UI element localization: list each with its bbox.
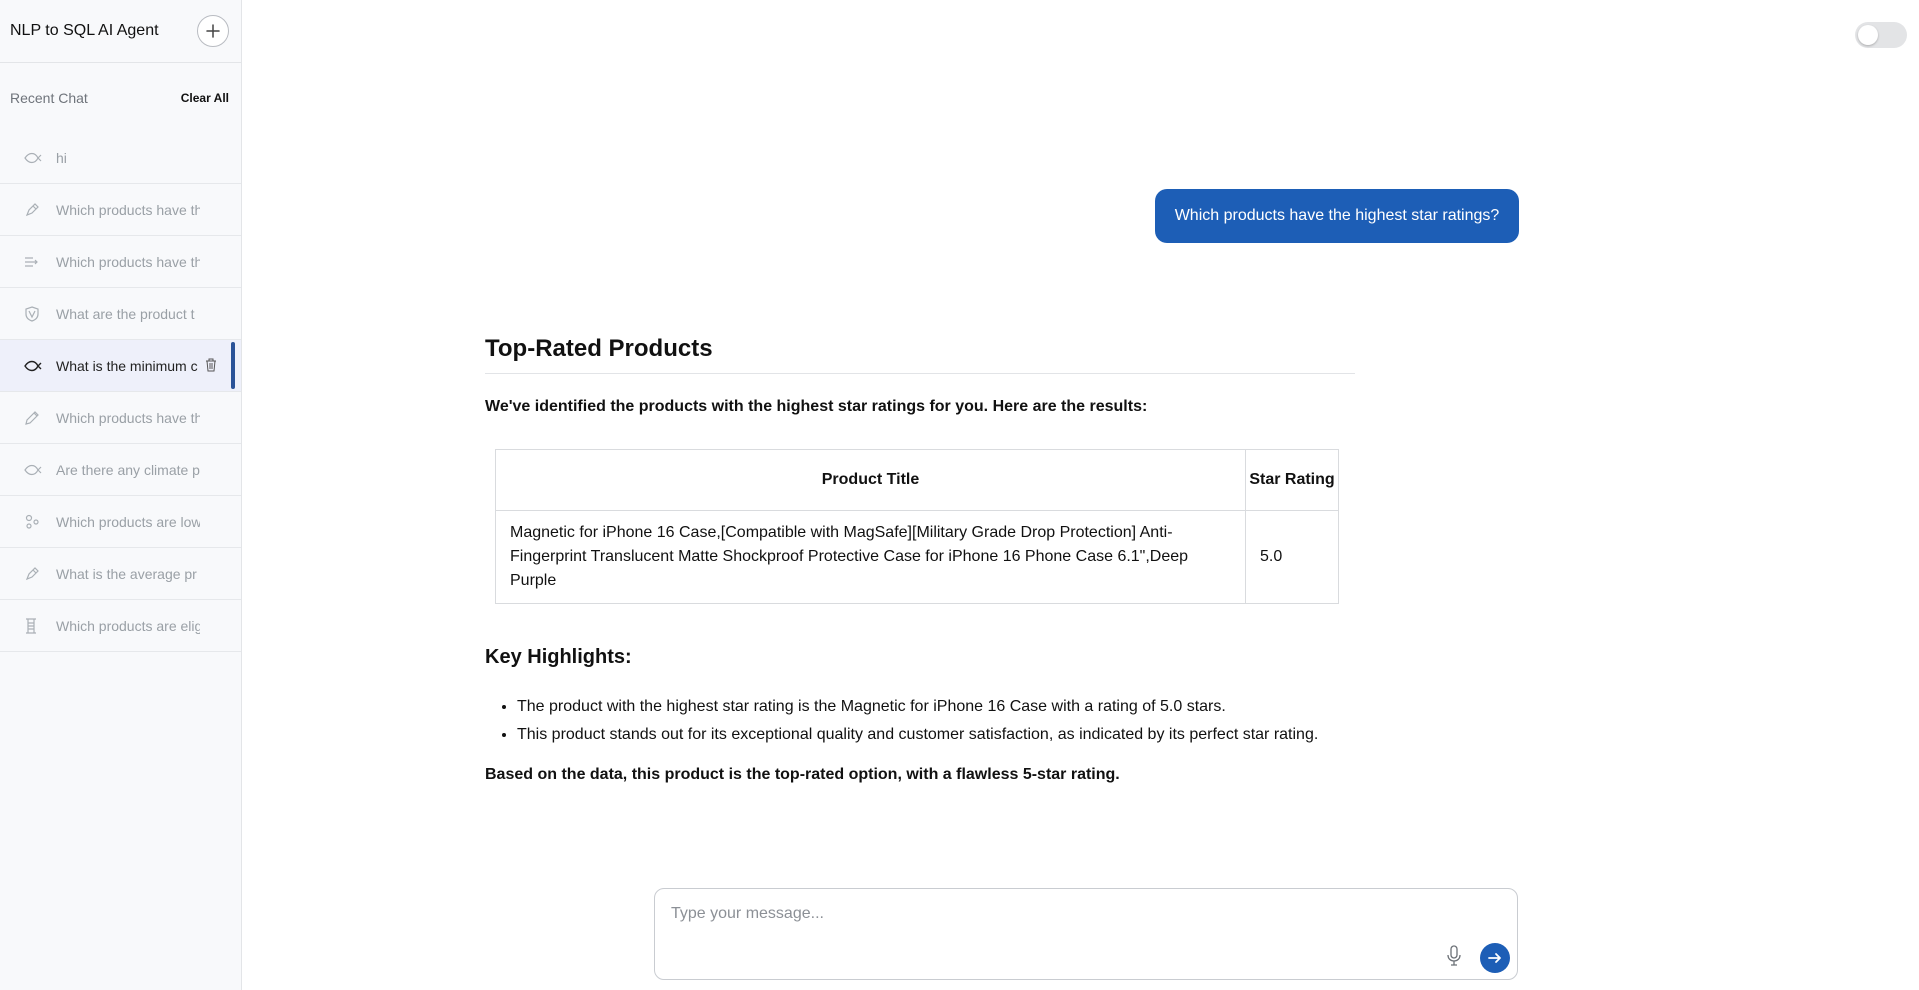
chat-item-label: Which products have th (56, 409, 200, 426)
chat-item-label: What is the average pr (56, 565, 197, 582)
chat-history-list: hi Which products have th Which products… (0, 132, 241, 652)
response-intro: We've identified the products with the h… (485, 398, 1148, 415)
response-title: Top-Rated Products (485, 335, 1355, 374)
new-chat-button[interactable] (197, 15, 229, 47)
chat-item-label: What is the minimum c (56, 357, 198, 374)
recent-chat-label: Recent Chat (10, 90, 88, 106)
list-item: This product stands out for its exceptio… (517, 721, 1355, 749)
fish-icon (24, 150, 46, 166)
chat-item-label: Which products have th (56, 253, 200, 270)
pen-icon (24, 566, 46, 582)
chat-item-label: Which products are elig (56, 617, 200, 634)
response-conclusion: Based on the data, this product is the t… (485, 766, 1120, 783)
fish-icon (24, 358, 46, 374)
shield-icon (24, 305, 46, 322)
lines-arrow-icon (24, 254, 46, 270)
column-header: Product Title (495, 449, 1246, 511)
message-input[interactable] (671, 905, 1431, 945)
fish-icon (24, 462, 46, 478)
chat-history-item[interactable]: Are there any climate p (0, 444, 241, 496)
app-title: NLP to SQL AI Agent (10, 22, 159, 39)
molecule-icon (24, 514, 46, 530)
chat-history-item[interactable]: Which products have th (0, 184, 241, 236)
chat-history-item[interactable]: Which products are low (0, 496, 241, 548)
arrow-right-icon (1488, 953, 1501, 963)
list-item: The product with the highest star rating… (517, 693, 1355, 721)
chat-item-label: hi (56, 149, 67, 166)
table-header-row: Product Title Star Rating (495, 449, 1339, 511)
results-table: Product Title Star Rating Magnetic for i… (495, 449, 1339, 604)
message-composer (654, 888, 1518, 980)
chat-item-label: Which products have th (56, 201, 200, 218)
pencil-icon (24, 410, 46, 426)
chat-history-item[interactable]: hi (0, 132, 241, 184)
chat-history-item-active[interactable]: What is the minimum c (0, 340, 241, 392)
user-message-bubble: Which products have the highest star rat… (1155, 189, 1519, 243)
highlights-list: The product with the highest star rating… (485, 693, 1355, 749)
trash-icon[interactable] (205, 358, 219, 374)
column-header: Star Rating (1245, 449, 1339, 511)
chat-item-label: Are there any climate p (56, 461, 200, 478)
chat-item-label: Which products are low (56, 513, 200, 530)
table-cell: 5.0 (1245, 510, 1339, 604)
sidebar-header: NLP to SQL AI Agent (0, 0, 241, 63)
table-row: Magnetic for iPhone 16 Case,[Compatible … (495, 510, 1339, 604)
assistant-response: Top-Rated Products We've identified the … (485, 335, 1355, 784)
microphone-icon[interactable] (1445, 945, 1465, 969)
spool-icon (24, 617, 46, 634)
plus-icon (206, 24, 220, 38)
sidebar: NLP to SQL AI Agent Recent Chat Clear Al… (0, 0, 242, 990)
theme-toggle[interactable] (1855, 22, 1907, 48)
toggle-knob (1858, 25, 1878, 45)
highlights-title: Key Highlights: (485, 646, 632, 668)
table-cell: Magnetic for iPhone 16 Case,[Compatible … (495, 510, 1246, 604)
clear-all-button[interactable]: Clear All (181, 91, 229, 105)
chat-item-label: What are the product t (56, 305, 195, 322)
chat-history-item[interactable]: Which products have th (0, 392, 241, 444)
pen-icon (24, 202, 46, 218)
send-button[interactable] (1480, 943, 1510, 973)
chat-history-item[interactable]: What are the product t (0, 288, 241, 340)
recent-chat-header: Recent Chat Clear All (0, 64, 241, 132)
chat-history-item[interactable]: What is the average pr (0, 548, 241, 600)
chat-history-item[interactable]: Which products have th (0, 236, 241, 288)
chat-history-item[interactable]: Which products are elig (0, 600, 241, 652)
